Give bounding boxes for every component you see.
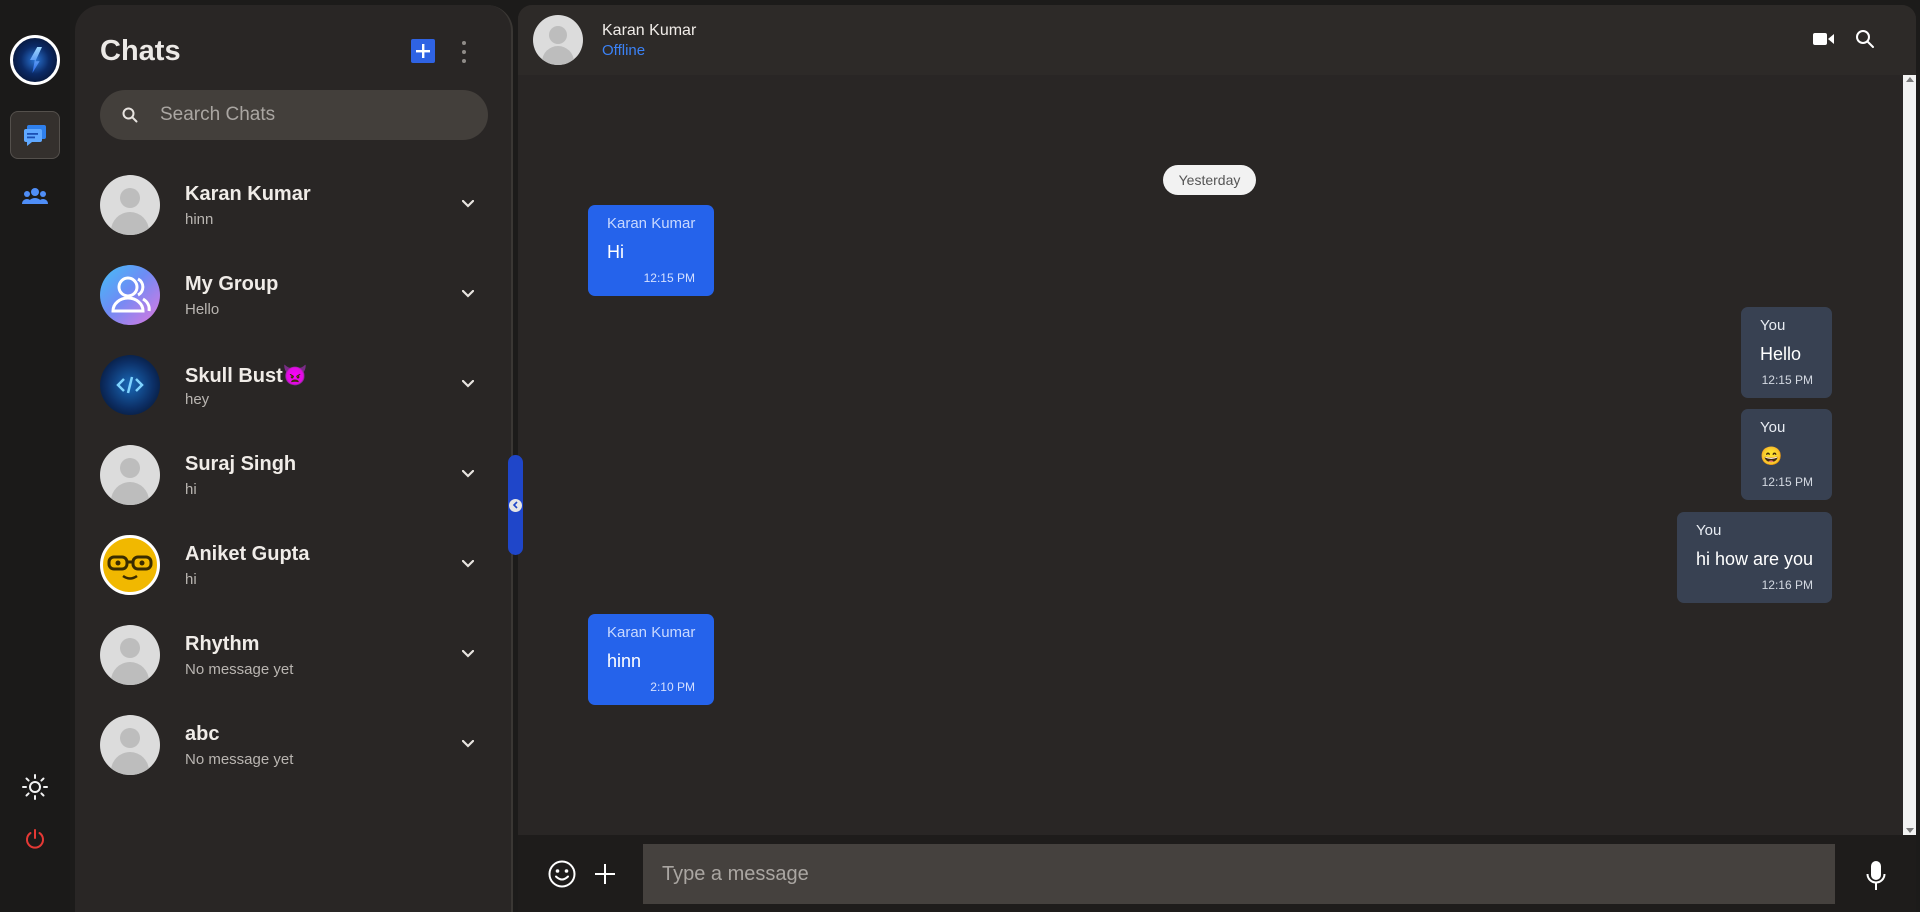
message-sender: Karan Kumar — [607, 624, 696, 641]
chevron-down-icon[interactable] — [460, 376, 476, 392]
message-sender: You — [1696, 522, 1722, 539]
message-scrollbar[interactable] — [1903, 75, 1916, 835]
date-separator: Yesterday — [1163, 165, 1256, 195]
message-bubble-outgoing: You hi how are you 12:16 PM — [1677, 512, 1832, 603]
contact-name: Karan Kumar — [602, 22, 697, 39]
chat-name: Skull Bust👿 — [185, 365, 308, 387]
chat-list-item[interactable]: abc No message yet — [100, 705, 495, 795]
chat-list: Karan Kumar hinn My Group Hello Skull Bu… — [100, 165, 495, 795]
scroll-down-arrow[interactable] — [1906, 828, 1914, 833]
message-text: Hello — [1760, 344, 1802, 364]
default-avatar — [100, 175, 160, 235]
profile-image — [30, 47, 42, 73]
logout-button[interactable] — [10, 815, 60, 863]
message-time: 12:16 PM — [1761, 578, 1813, 592]
emoji-icon[interactable] — [547, 859, 577, 889]
new-chat-button[interactable] — [411, 39, 435, 63]
chats-nav-button[interactable] — [10, 111, 60, 159]
groups-icon — [22, 188, 48, 204]
conversation-header: Karan Kumar Offline — [518, 5, 1916, 75]
chat-list-item[interactable]: Suraj Singh hi — [100, 435, 495, 525]
message-composer — [518, 835, 1916, 912]
message-area: Yesterday Karan Kumar Hi 12:15 PM You He… — [518, 75, 1903, 835]
chevron-left-icon — [509, 498, 522, 512]
chevron-down-icon[interactable] — [460, 286, 476, 302]
chat-name: Aniket Gupta — [185, 543, 310, 565]
chat-list-item[interactable]: Skull Bust👿 hey — [100, 345, 495, 435]
sidebar-title: Chats — [100, 35, 181, 67]
default-avatar — [100, 715, 160, 775]
mic-icon[interactable] — [1866, 860, 1886, 892]
power-icon — [26, 829, 44, 849]
message-input[interactable] — [643, 844, 1835, 904]
sidebar-collapse-handle[interactable] — [508, 455, 523, 555]
sun-icon — [22, 774, 48, 800]
message-time: 12:15 PM — [1761, 373, 1813, 387]
code-avatar — [100, 355, 160, 415]
chat-list-item[interactable]: Aniket Gupta hi — [100, 525, 495, 615]
conversation-panel: Karan Kumar Offline Yesterday Karan Kuma… — [518, 5, 1916, 912]
nerd-face-avatar — [100, 535, 160, 595]
chevron-down-icon[interactable] — [460, 736, 476, 752]
chat-name: My Group — [185, 273, 279, 295]
profile-avatar[interactable] — [10, 35, 60, 85]
chat-icon — [24, 125, 46, 146]
message-bubble-incoming: Karan Kumar hinn 2:10 PM — [588, 614, 714, 705]
message-time: 2:10 PM — [650, 680, 695, 694]
chat-list-item[interactable]: Karan Kumar hinn — [100, 165, 495, 255]
contact-status: Offline — [602, 42, 646, 59]
chat-list-item[interactable]: My Group Hello — [100, 255, 495, 345]
chat-name: abc — [185, 723, 220, 745]
more-vertical-icon[interactable] — [461, 41, 467, 63]
message-text: Hi — [607, 242, 624, 262]
chat-last-message: Hello — [185, 301, 220, 318]
message-bubble-outgoing: You Hello 12:15 PM — [1741, 307, 1832, 398]
scroll-up-arrow[interactable] — [1906, 77, 1914, 82]
default-avatar — [100, 625, 160, 685]
chat-list-item[interactable]: Rhythm No message yet — [100, 615, 495, 705]
search-bar — [100, 90, 488, 140]
chat-last-message: No message yet — [185, 661, 294, 678]
message-time: 12:15 PM — [643, 271, 695, 285]
message-sender: You — [1760, 419, 1786, 436]
plus-icon[interactable] — [593, 862, 617, 886]
message-sender: You — [1760, 317, 1786, 334]
chevron-down-icon[interactable] — [460, 196, 476, 212]
chat-name: Rhythm — [185, 633, 260, 655]
nav-rail — [0, 0, 70, 912]
chat-last-message: hinn — [185, 211, 214, 228]
chat-last-message: hey — [185, 391, 210, 408]
message-text: hinn — [607, 651, 642, 671]
chat-last-message: hi — [185, 571, 197, 588]
message-sender: Karan Kumar — [607, 215, 696, 232]
add-icon — [416, 44, 430, 58]
chat-last-message: hi — [185, 481, 197, 498]
chat-last-message: No message yet — [185, 751, 294, 768]
search-icon — [120, 105, 140, 125]
chevron-down-icon[interactable] — [460, 646, 476, 662]
video-call-icon[interactable] — [1813, 31, 1835, 47]
group-avatar — [100, 265, 160, 325]
message-text: hi how are you — [1696, 549, 1814, 569]
chats-sidebar: Chats Karan Kumar hinn — [75, 5, 513, 912]
chat-name: Karan Kumar — [185, 183, 311, 205]
default-avatar — [100, 445, 160, 505]
chevron-down-icon[interactable] — [460, 466, 476, 482]
chevron-down-icon[interactable] — [460, 556, 476, 572]
theme-toggle-button[interactable] — [10, 763, 60, 811]
search-icon[interactable] — [1855, 29, 1875, 49]
contact-avatar[interactable] — [533, 15, 583, 65]
chat-app: Chats Karan Kumar hinn — [0, 0, 1920, 912]
search-input[interactable] — [160, 104, 460, 126]
groups-nav-button[interactable] — [10, 172, 60, 220]
message-time: 12:15 PM — [1761, 475, 1813, 489]
message-bubble-incoming: Karan Kumar Hi 12:15 PM — [588, 205, 714, 296]
message-text: 😄 — [1760, 446, 1783, 466]
chat-name: Suraj Singh — [185, 453, 297, 475]
message-bubble-outgoing: You 😄 12:15 PM — [1741, 409, 1832, 500]
